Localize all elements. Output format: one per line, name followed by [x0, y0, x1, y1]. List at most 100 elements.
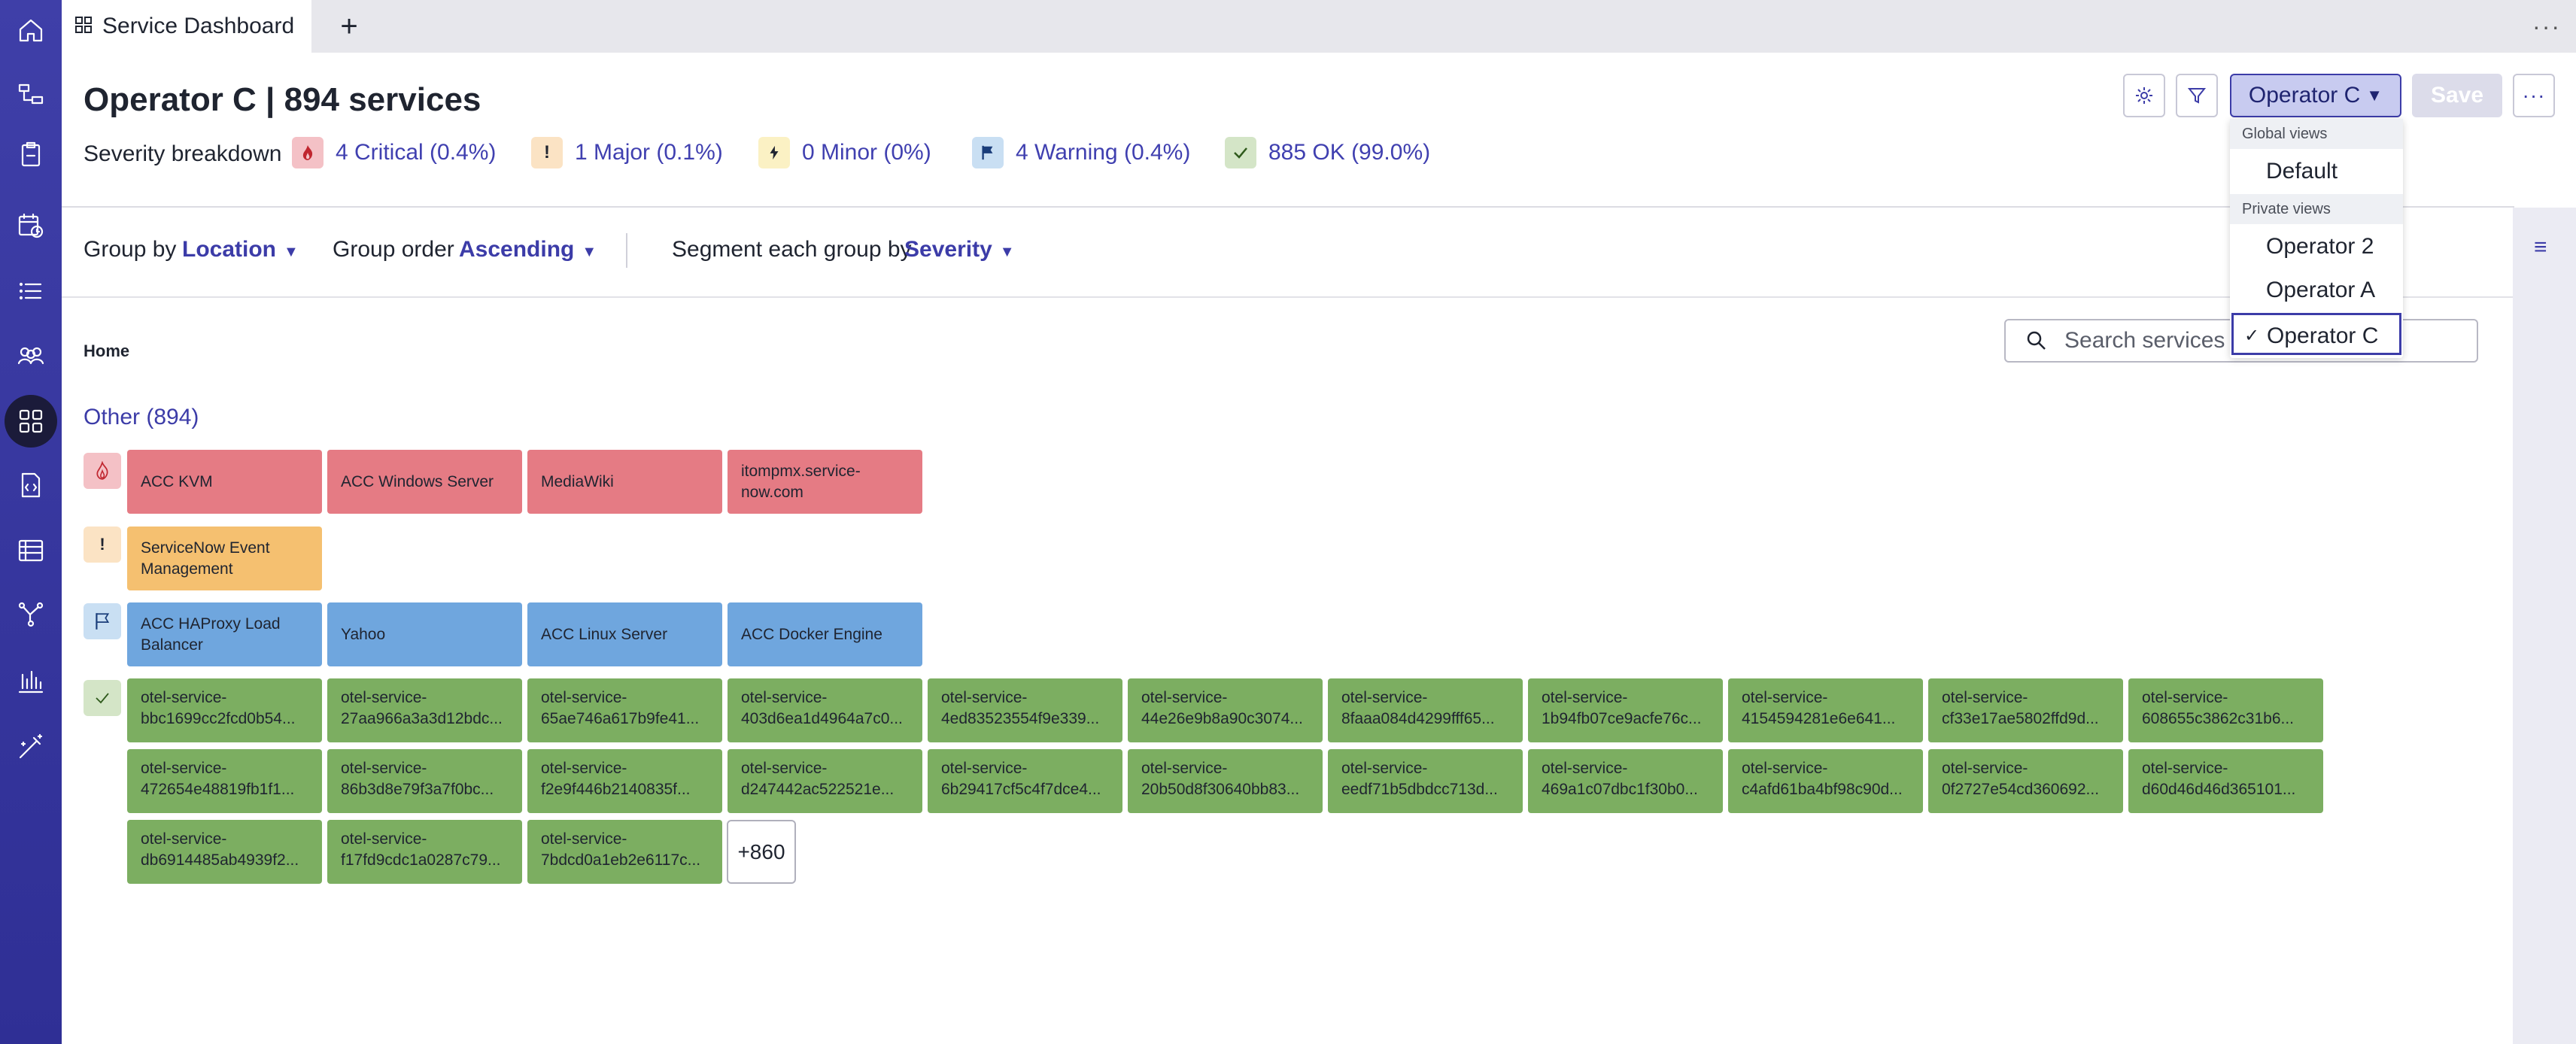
more-options-button[interactable]: ··· [2513, 74, 2555, 117]
service-tile[interactable]: otel-service-db6914485ab4939f2... [127, 820, 322, 884]
flag-outline-icon [84, 603, 121, 639]
right-panel [2513, 208, 2576, 1044]
bar-chart-icon[interactable] [0, 654, 62, 707]
table-icon[interactable] [0, 524, 62, 577]
team-icon[interactable] [0, 329, 62, 382]
panel-toggle-icon[interactable]: ≡ [2534, 235, 2547, 260]
magic-wand-icon[interactable] [0, 721, 62, 773]
service-tile[interactable]: Yahoo [327, 602, 522, 666]
filter-button[interactable] [2176, 74, 2218, 117]
service-tile[interactable]: ACC Linux Server [527, 602, 722, 666]
tile-label-id: cf33e17ae5802ffd9d... [1942, 710, 2099, 727]
service-tile[interactable]: otel-service- 472654e48819fb1f1... [127, 749, 322, 813]
hierarchy-icon[interactable] [0, 69, 62, 122]
service-tile[interactable]: ACC Docker Engine [728, 602, 922, 666]
service-tile[interactable]: otel-service- 6b29417cf5c4f7dce4... [928, 749, 1122, 813]
group-order-label: Group order [333, 237, 454, 262]
tile-label-id: 27aa966a3a3d12bdc... [341, 710, 503, 727]
segment-select[interactable]: Severity ▼ [904, 237, 1015, 263]
tile-label-id: eedf71b5dbdcc713d... [1341, 781, 1498, 798]
group-by-select[interactable]: Location ▼ [182, 237, 299, 263]
tile-label-prefix: otel-service- [1341, 760, 1428, 777]
topology-icon[interactable] [0, 588, 62, 641]
service-tile[interactable]: ACC KVM [127, 450, 322, 514]
tile-label-prefix: otel-service- [1542, 760, 1628, 777]
service-tile[interactable]: otel-service- 469a1c07dbc1f30b0... [1528, 749, 1723, 813]
service-tile[interactable]: otel-service- 403d6ea1d4964a7c0... [728, 678, 922, 742]
home-icon[interactable] [0, 4, 62, 56]
toolbar-divider [62, 296, 2514, 298]
dashboard-icon[interactable] [0, 395, 62, 448]
clipboard-icon[interactable] [0, 128, 62, 181]
dropdown-section-private: Private views [2230, 194, 2403, 224]
view-selector[interactable]: Operator C ▼ [2230, 74, 2401, 117]
exclamation-icon: ! [84, 527, 121, 563]
service-tile[interactable]: otel-service- 44e26e9b8a90c3074... [1128, 678, 1323, 742]
dropdown-item-operator-a[interactable]: Operator A [2230, 269, 2403, 311]
severity-critical[interactable]: 4 Critical (0.4%) [292, 137, 496, 168]
service-tile[interactable]: otel-service- 65ae746a617b9fe41... [527, 678, 722, 742]
check-icon [1225, 137, 1256, 168]
tile-label-id: 0f2727e54cd360692... [1942, 781, 2100, 798]
tile-label: ACC Linux Server [541, 625, 668, 643]
service-tile[interactable]: otel-service-d247442ac522521e... [728, 749, 922, 813]
service-tile[interactable]: otel-service-bbc1699cc2fcd0b54... [127, 678, 322, 742]
service-tile[interactable]: otel-service-c4afd61ba4bf98c90d... [1728, 749, 1923, 813]
calendar-clock-icon[interactable] [0, 199, 62, 252]
service-tile[interactable]: otel-service-cf33e17ae5802ffd9d... [1928, 678, 2123, 742]
service-tile[interactable]: itompmx.service-now.com [728, 450, 922, 514]
service-tile[interactable]: otel-service- 608655c3862c31b6... [2128, 678, 2323, 742]
dropdown-item-operator-2[interactable]: Operator 2 [2230, 226, 2403, 268]
service-tile[interactable]: otel-service- 20b50d8f30640bb83... [1128, 749, 1323, 813]
tile-label-id: 20b50d8f30640bb83... [1141, 781, 1300, 798]
save-button[interactable]: Save [2412, 74, 2502, 117]
breadcrumb-home[interactable]: Home [84, 341, 129, 361]
tile-label-id: 403d6ea1d4964a7c0... [741, 710, 903, 727]
service-tile[interactable]: ACC HAProxy Load Balancer [127, 602, 322, 666]
service-tile[interactable]: otel-service-f17fd9cdc1a0287c79... [327, 820, 522, 884]
settings-button[interactable] [2123, 74, 2165, 117]
service-tile[interactable]: otel-service-eedf71b5dbdcc713d... [1328, 749, 1523, 813]
segment-label: Segment each group by [672, 237, 912, 262]
check-icon [84, 680, 121, 716]
group-order-select[interactable]: Ascending ▼ [459, 237, 597, 263]
list-icon[interactable] [0, 265, 62, 317]
service-tile[interactable]: otel-service- 1b94fb07ce9acfe76c... [1528, 678, 1723, 742]
flame-outline-icon [84, 453, 121, 489]
dropdown-item-operator-c[interactable]: ✓ Operator C [2231, 313, 2401, 355]
tile-label: ACC HAProxy Load Balancer [141, 615, 281, 654]
add-tab-button[interactable]: + [334, 10, 364, 43]
service-tile[interactable]: otel-service- 86b3d8e79f3a7f0bc... [327, 749, 522, 813]
tile-label-prefix: otel-service- [1542, 689, 1628, 706]
dropdown-item-default[interactable]: Default [2230, 150, 2403, 193]
service-tile[interactable]: otel-service-d60d46d46d365101... [2128, 749, 2323, 813]
code-file-icon[interactable] [0, 459, 62, 511]
service-tile[interactable]: otel-service-f2e9f446b2140835f... [527, 749, 722, 813]
group-order-value: Ascending [459, 237, 575, 262]
service-tile[interactable]: MediaWiki [527, 450, 722, 514]
service-tile[interactable]: ACC Windows Server [327, 450, 522, 514]
service-tile[interactable]: otel-service- 8faaa084d4299fff65... [1328, 678, 1523, 742]
service-tile[interactable]: otel-service- 7bdcd0a1eb2e6117c... [527, 820, 722, 884]
tile-label-prefix: otel-service- [2142, 689, 2228, 706]
tab-service-dashboard[interactable]: Service Dashboard [62, 0, 311, 53]
more-services-button[interactable]: +860 [727, 820, 796, 884]
tile-label-id: c4afd61ba4bf98c90d... [1742, 781, 1903, 798]
caret-down-icon: ▼ [999, 244, 1015, 260]
severity-warning[interactable]: 4 Warning (0.4%) [972, 137, 1190, 168]
ok-count: 885 OK (99.0%) [1268, 140, 1431, 165]
tab-label: Service Dashboard [102, 14, 295, 38]
tile-label-prefix: otel-service- [1742, 760, 1828, 777]
group-heading[interactable]: Other (894) [84, 405, 199, 430]
tab-overflow-button[interactable]: ··· [2532, 13, 2561, 41]
service-tile[interactable]: otel-service- 4ed83523554f9e339... [928, 678, 1122, 742]
tile-label-id: d247442ac522521e... [741, 781, 895, 798]
tile-label-id: 4154594281e6e641... [1742, 710, 1896, 727]
severity-minor[interactable]: 0 Minor (0%) [758, 137, 931, 168]
severity-ok[interactable]: 885 OK (99.0%) [1225, 137, 1430, 168]
service-tile[interactable]: otel-service- 0f2727e54cd360692... [1928, 749, 2123, 813]
service-tile[interactable]: ServiceNow Event Management [127, 527, 322, 590]
service-tile[interactable]: otel-service- 27aa966a3a3d12bdc... [327, 678, 522, 742]
severity-major[interactable]: ! 1 Major (0.1%) [531, 137, 723, 168]
service-tile[interactable]: otel-service- 4154594281e6e641... [1728, 678, 1923, 742]
